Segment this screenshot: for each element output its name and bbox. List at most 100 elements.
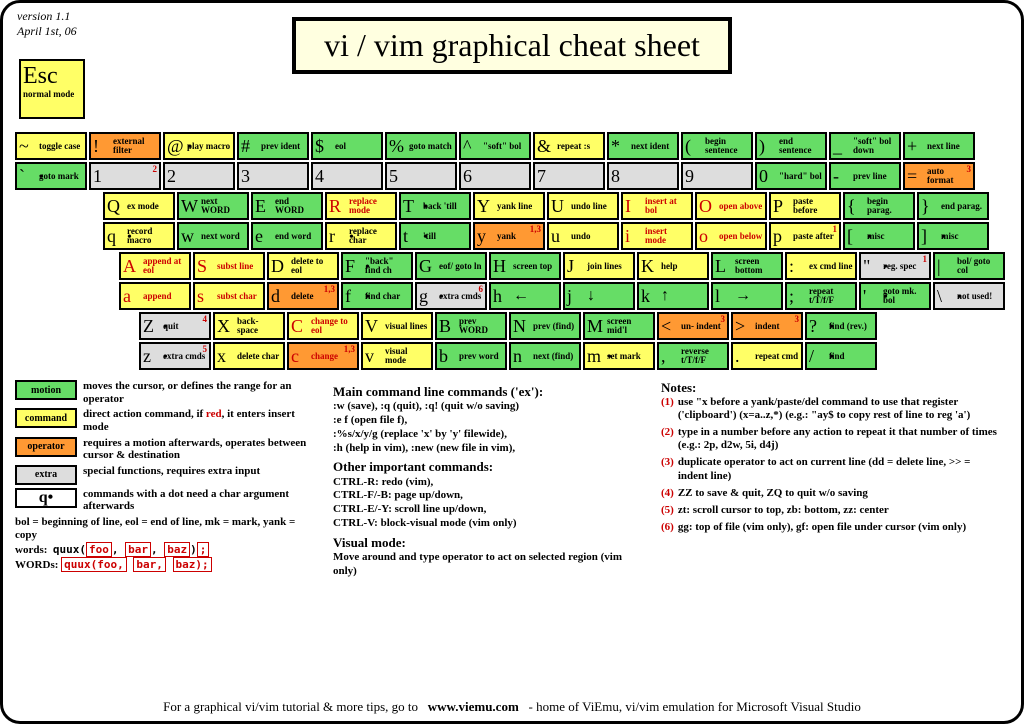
cmd-line: :w (save), :q (quit), :q! (quit w/o savi… xyxy=(333,400,643,414)
key-`: `goto mark xyxy=(15,162,87,190)
key--: -prev line xyxy=(829,162,901,190)
key-=: =auto format3 xyxy=(903,162,975,190)
key-3: 3 xyxy=(237,162,309,190)
legend-operator: operator xyxy=(15,437,77,457)
key-": "reg. spec1 xyxy=(859,252,931,280)
key-p: ppaste after1 xyxy=(769,222,841,250)
key-a: aappend xyxy=(119,282,191,310)
key-V: Vvisual lines xyxy=(361,312,433,340)
key-%: %goto match xyxy=(385,132,457,160)
esc-desc: normal mode xyxy=(23,90,81,99)
q-dot-example: q• xyxy=(15,488,77,508)
key-@: @play macro xyxy=(163,132,235,160)
key-d: ddelete1,3 xyxy=(267,282,339,310)
key-r: rreplace char xyxy=(325,222,397,250)
key-*: *next ident xyxy=(607,132,679,160)
key-U: Uundo line xyxy=(547,192,619,220)
key-X: Xback- space xyxy=(213,312,285,340)
legend-text: requires a motion afterwards, operates b… xyxy=(83,437,315,462)
key-I: Iinsert at bol xyxy=(621,192,693,220)
key-Y: Yyank line xyxy=(473,192,545,220)
key-C: Cchange to eol xyxy=(287,312,359,340)
cmd-line: Move around and type operator to act on … xyxy=(333,551,643,579)
esc-key: Esc normal mode xyxy=(19,59,85,119)
cmd-line: CTRL-E/-Y: scroll line up/down, xyxy=(333,503,643,517)
key-J: Jjoin lines xyxy=(563,252,635,280)
cheat-sheet: version 1.1 April 1st, 06 vi / vim graph… xyxy=(0,0,1024,724)
key-\: \not used! xyxy=(933,282,1005,310)
key-1: 12 xyxy=(89,162,161,190)
key-i: iinsert mode xyxy=(621,222,693,250)
key-g: gextra cmds6 xyxy=(415,282,487,310)
key-u: uundo xyxy=(547,222,619,250)
key-M: Mscreen mid'l xyxy=(583,312,655,340)
key-H: Hscreen top xyxy=(489,252,561,280)
key-8: 8 xyxy=(607,162,679,190)
key-6: 6 xyxy=(459,162,531,190)
main-cmds-heading: Main command line commands ('ex'): xyxy=(333,384,643,400)
key-+: +next line xyxy=(903,132,975,160)
key-}: }end parag. xyxy=(917,192,989,220)
key-s: ssubst char xyxy=(193,282,265,310)
legend-motion: motion xyxy=(15,380,77,400)
key-y: yyank1,3 xyxy=(473,222,545,250)
key-l: l→ xyxy=(711,282,783,310)
key-m: mset mark xyxy=(583,342,655,370)
key-W: Wnext WORD xyxy=(177,192,249,220)
key-P: Ppaste before xyxy=(769,192,841,220)
key-5: 5 xyxy=(385,162,457,190)
page-title: vi / vim graphical cheat sheet xyxy=(292,17,732,74)
cmd-line: :e f (open file f), xyxy=(333,414,643,428)
keyboard: ~toggle case!external filter@play macro#… xyxy=(15,132,1009,370)
key-k: k↑ xyxy=(637,282,709,310)
key-w: wnext word xyxy=(177,222,249,250)
key-E: Eend WORD xyxy=(251,192,323,220)
key-<: <un- indent3 xyxy=(657,312,729,340)
footer: motion moves the cursor, or defines the r… xyxy=(15,380,1009,578)
key-~: ~toggle case xyxy=(15,132,87,160)
note-item: (1)use "x before a yank/paste/del comman… xyxy=(661,396,1001,422)
key-v: vvisual mode xyxy=(361,342,433,370)
commands-column: Main command line commands ('ex'): :w (s… xyxy=(333,380,643,578)
key-.: .repeat cmd xyxy=(731,342,803,370)
legend-text: moves the cursor, or defines the range f… xyxy=(83,380,315,405)
key-{: {begin parag. xyxy=(843,192,915,220)
note-item: (5)zt: scroll cursor to top, zb: bottom,… xyxy=(661,504,1001,517)
key-[: [misc xyxy=(843,222,915,250)
legend-q-text: commands with a dot need a char argument… xyxy=(83,488,315,513)
key-]: ]misc xyxy=(917,222,989,250)
key-N: Nprev (find) xyxy=(509,312,581,340)
key-Q: Qex mode xyxy=(103,192,175,220)
key-Z: Zquit4 xyxy=(139,312,211,340)
key-': 'goto mk. bol xyxy=(859,282,931,310)
key-h: h← xyxy=(489,282,561,310)
key-?: ?find (rev.) xyxy=(805,312,877,340)
notes-heading: Notes: xyxy=(661,380,1001,396)
key-O: Oopen above xyxy=(695,192,767,220)
legend: motion moves the cursor, or defines the r… xyxy=(15,380,315,578)
words-example: words: quux(foo, bar, baz); xyxy=(15,543,315,556)
esc-label: Esc xyxy=(23,63,81,90)
key-;: ;repeat t/T/f/F xyxy=(785,282,857,310)
note-item: (6)gg: top of file (vim only), gf: open … xyxy=(661,521,1001,534)
notes-column: Notes: (1)use "x before a yank/paste/del… xyxy=(661,380,1001,578)
key-:: :ex cmd line xyxy=(785,252,857,280)
legend-extra: extra xyxy=(15,465,77,485)
legend-abbrev: bol = beginning of line, eol = end of li… xyxy=(15,516,315,541)
key-F: F"back" find ch xyxy=(341,252,413,280)
cmd-line: CTRL-R: redo (vim), xyxy=(333,476,643,490)
key-$: $eol xyxy=(311,132,383,160)
key-R: Rreplace mode xyxy=(325,192,397,220)
cmd-line: :h (help in vim), :new (new file in vim)… xyxy=(333,442,643,456)
key-b: bprev word xyxy=(435,342,507,370)
key-7: 7 xyxy=(533,162,605,190)
key-n: nnext (find) xyxy=(509,342,581,370)
cmd-line: CTRL-F/-B: page up/down, xyxy=(333,489,643,503)
key->: >indent3 xyxy=(731,312,803,340)
WORDS-example: WORDs: quux(foo, bar, baz); xyxy=(15,558,315,571)
key-9: 9 xyxy=(681,162,753,190)
key-e: eend word xyxy=(251,222,323,250)
key-x: xdelete char xyxy=(213,342,285,370)
version-info: version 1.1 April 1st, 06 xyxy=(17,9,77,39)
key-q: qrecord macro xyxy=(103,222,175,250)
